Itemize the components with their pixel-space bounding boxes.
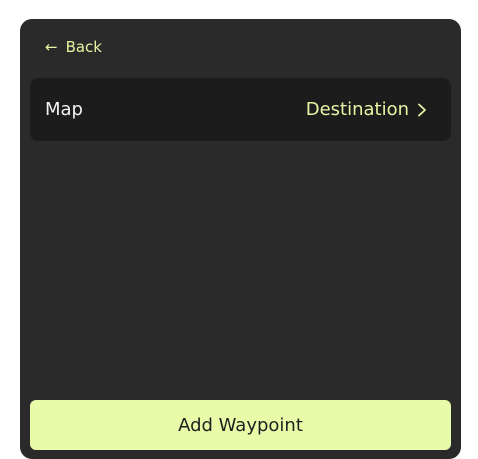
chevron-right-icon — [418, 103, 426, 116]
map-destination-row[interactable]: Map Destination — [30, 78, 451, 141]
back-arrow-icon: ← — [45, 37, 58, 56]
back-button[interactable]: ← Back — [45, 36, 102, 58]
waypoint-panel: ← Back Map Destination Add Waypoint — [20, 19, 461, 459]
back-label: Back — [65, 38, 102, 56]
destination-selector[interactable]: Destination — [306, 99, 427, 120]
add-waypoint-button[interactable]: Add Waypoint — [30, 400, 451, 450]
map-label: Map — [45, 99, 83, 120]
destination-value: Destination — [305, 99, 409, 120]
